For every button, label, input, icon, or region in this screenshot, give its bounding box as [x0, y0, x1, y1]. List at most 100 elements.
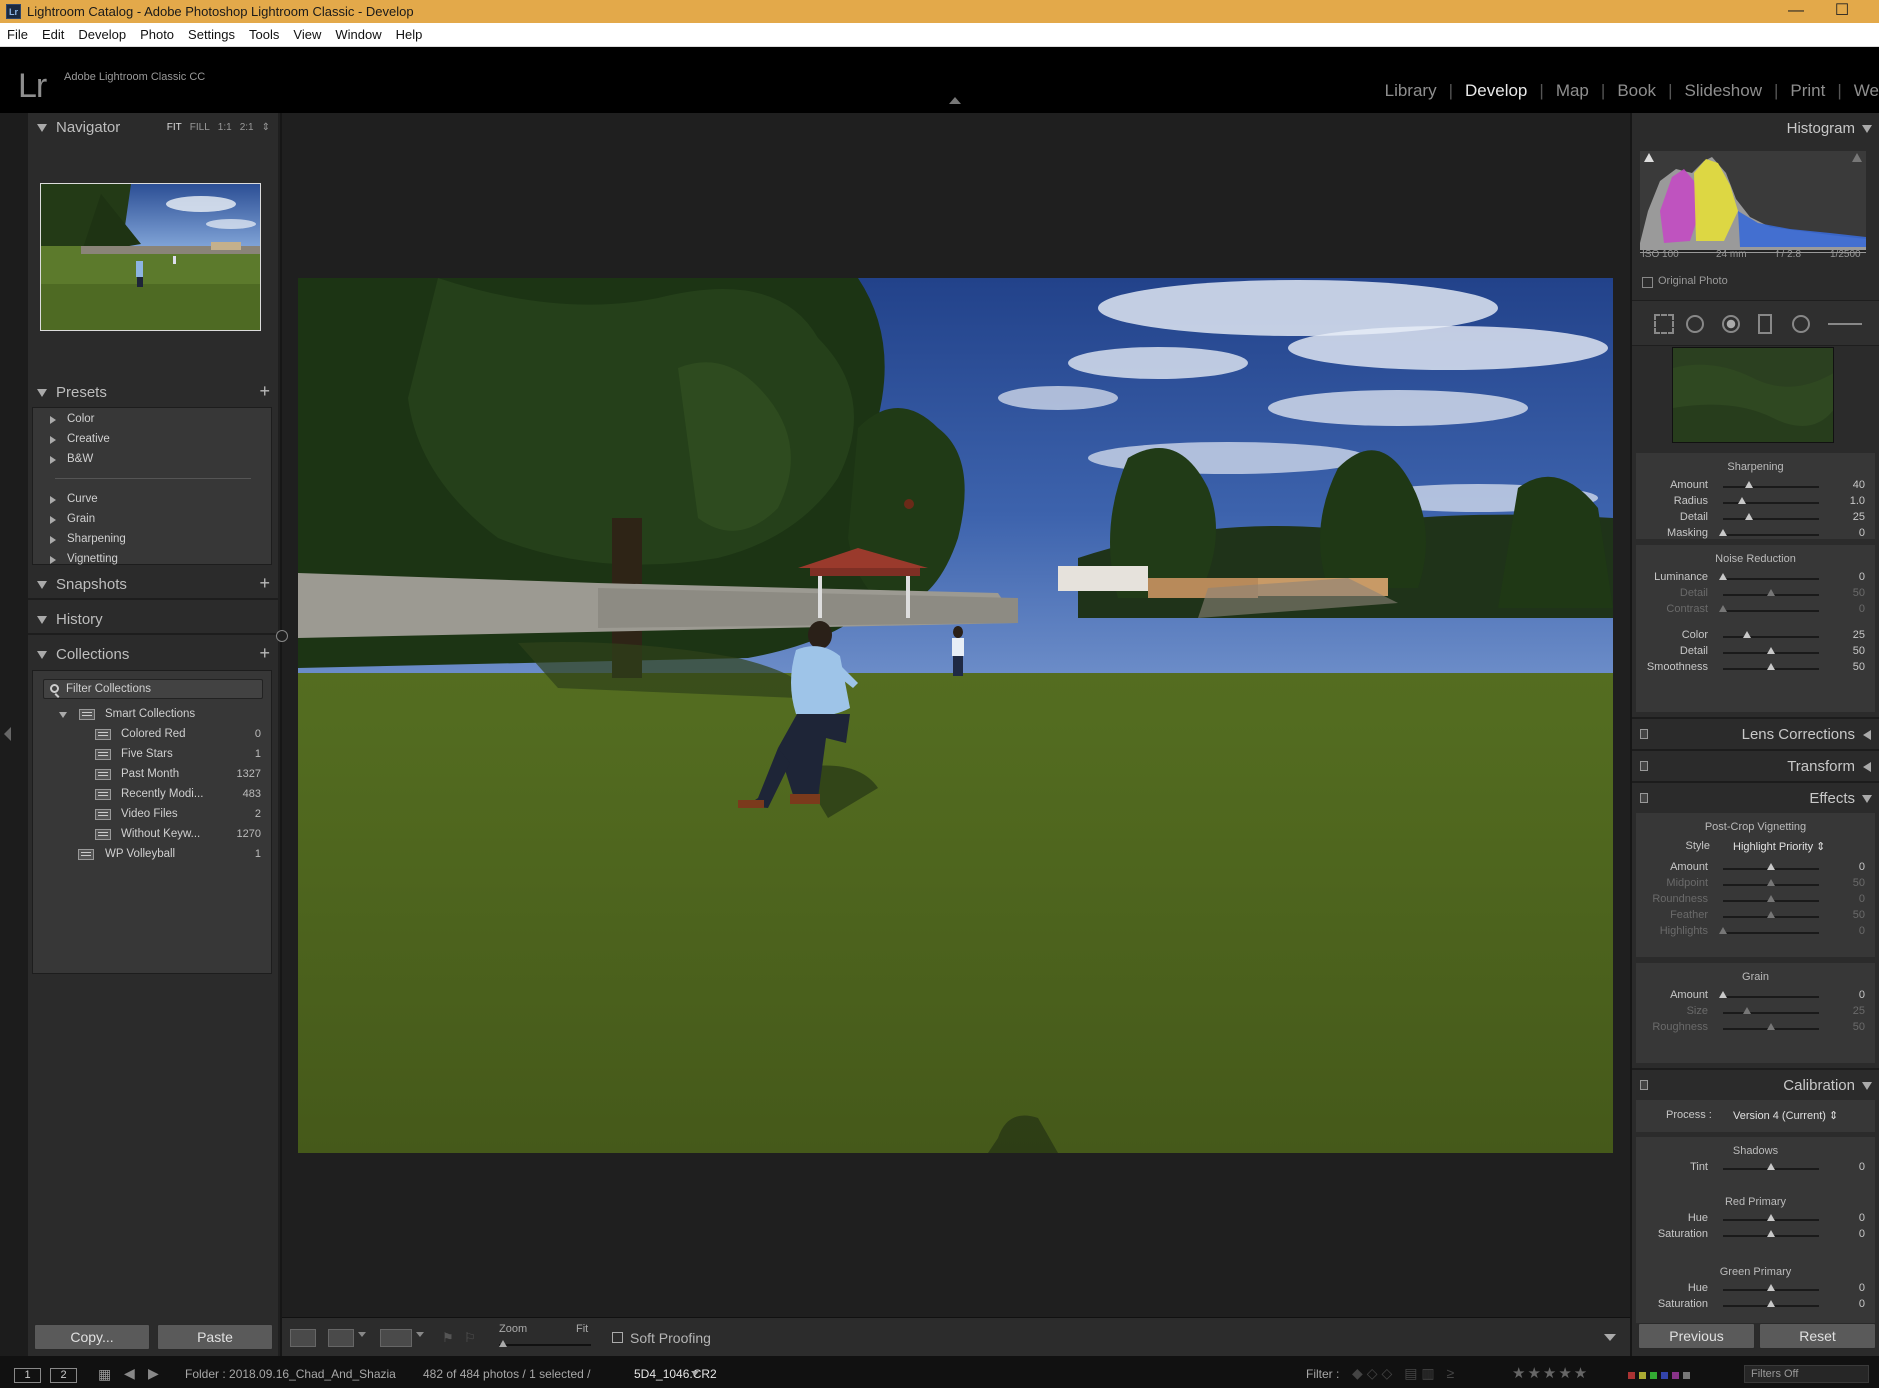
- slider-thumb[interactable]: [1767, 589, 1775, 596]
- menu-file[interactable]: File: [0, 23, 35, 47]
- slider-track[interactable]: [1723, 932, 1819, 934]
- maximize-button[interactable]: ☐: [1819, 1, 1865, 22]
- panel-switch-icon[interactable]: [1640, 1080, 1648, 1090]
- zoom-slider-thumb[interactable]: [499, 1340, 507, 1347]
- slider-track[interactable]: [1723, 636, 1819, 638]
- minimize-button[interactable]: —: [1773, 1, 1819, 22]
- main-window-button[interactable]: 1: [14, 1368, 41, 1383]
- slider-thumb[interactable]: [1744, 481, 1753, 488]
- menu-tools[interactable]: Tools: [242, 23, 286, 47]
- navigator-thumbnail[interactable]: [40, 183, 261, 331]
- slider-thumb[interactable]: [1767, 1284, 1775, 1291]
- slider-value[interactable]: 0: [1859, 1298, 1865, 1310]
- rating-filter-stars[interactable]: ★★★★★: [1512, 1364, 1589, 1382]
- slider-value[interactable]: 25: [1853, 511, 1865, 523]
- slider-thumb[interactable]: [1767, 1230, 1775, 1237]
- module-print[interactable]: Print: [1778, 81, 1837, 100]
- slider-saturation[interactable]: Saturation 0: [1636, 1296, 1875, 1315]
- crop-tool-icon[interactable]: [1654, 314, 1674, 334]
- loupe-view-icon[interactable]: [290, 1329, 316, 1347]
- snapshots-header[interactable]: Snapshots +: [28, 570, 278, 600]
- presets-header[interactable]: Presets +: [28, 378, 278, 408]
- histogram-header[interactable]: Histogram: [1632, 113, 1879, 143]
- main-photo[interactable]: [298, 278, 1613, 1153]
- menu-settings[interactable]: Settings: [181, 23, 242, 47]
- transform-header[interactable]: Transform: [1632, 749, 1879, 779]
- add-preset-icon[interactable]: +: [259, 381, 270, 402]
- slider-thumb[interactable]: [1767, 895, 1775, 902]
- second-window-button[interactable]: 2: [50, 1368, 77, 1383]
- chevron-down-icon[interactable]: [691, 1371, 699, 1376]
- slider-value[interactable]: 0: [1859, 1212, 1865, 1224]
- module-library[interactable]: Library: [1373, 81, 1449, 100]
- collection-item[interactable]: Video Files 2: [33, 805, 271, 825]
- reject-flag-icon[interactable]: ⚐: [464, 1330, 478, 1345]
- slider-value[interactable]: 0: [1859, 989, 1865, 1001]
- history-header[interactable]: History: [28, 605, 278, 635]
- adjustment-brush-icon[interactable]: [1828, 323, 1862, 325]
- slider-thumb[interactable]: [1767, 1214, 1775, 1221]
- slider-track[interactable]: [1723, 534, 1819, 536]
- zoom-fit-option[interactable]: FIT: [167, 122, 182, 133]
- slider-value[interactable]: 40: [1853, 479, 1865, 491]
- preset-group-creative[interactable]: Creative: [33, 430, 271, 450]
- slider-value[interactable]: 0: [1859, 1161, 1865, 1173]
- slider-highlights[interactable]: Highlights 0: [1636, 923, 1875, 942]
- zoom-1-1-option[interactable]: 1:1: [218, 122, 232, 133]
- module-map[interactable]: Map: [1544, 81, 1601, 100]
- slider-thumb[interactable]: [1767, 879, 1775, 886]
- panel-switch-icon[interactable]: [1640, 729, 1648, 739]
- slider-thumb[interactable]: [1767, 911, 1775, 918]
- slider-tint[interactable]: Tint 0: [1636, 1159, 1875, 1178]
- slider-track[interactable]: [1723, 486, 1819, 488]
- slider-roughness[interactable]: Roughness 50: [1636, 1019, 1875, 1038]
- red-eye-icon[interactable]: [1722, 315, 1740, 333]
- filter-collections-input[interactable]: Filter Collections: [43, 679, 263, 699]
- slider-thumb[interactable]: [1743, 1007, 1751, 1014]
- menu-develop[interactable]: Develop: [71, 23, 133, 47]
- shadow-clipping-icon[interactable]: [1644, 153, 1654, 162]
- slider-value[interactable]: 50: [1853, 877, 1865, 889]
- slider-value[interactable]: 0: [1859, 603, 1865, 615]
- slider-smoothness[interactable]: Smoothness 50: [1636, 659, 1875, 678]
- collections-header[interactable]: Collections +: [28, 640, 278, 670]
- chevron-down-icon[interactable]: [358, 1332, 366, 1337]
- preset-group-curve[interactable]: Curve: [33, 490, 271, 510]
- slider-thumb[interactable]: [1719, 605, 1727, 612]
- slider-thumb[interactable]: [1719, 529, 1727, 536]
- slider-thumb[interactable]: [1767, 663, 1775, 670]
- collection-item[interactable]: Past Month 1327: [33, 765, 271, 785]
- original-photo-checkbox[interactable]: [1642, 277, 1653, 288]
- detail-preview[interactable]: [1672, 347, 1834, 443]
- zoom-fill-option[interactable]: FILL: [190, 122, 210, 133]
- slider-contrast[interactable]: Contrast 0: [1636, 601, 1875, 620]
- slider-thumb[interactable]: [1738, 497, 1747, 504]
- module-slideshow[interactable]: Slideshow: [1672, 81, 1774, 100]
- preset-group-bw[interactable]: B&W: [33, 450, 271, 470]
- slider-thumb[interactable]: [1767, 863, 1775, 870]
- vignette-style-select[interactable]: Highlight Priority ⇕: [1733, 840, 1825, 853]
- zoom-slider[interactable]: [499, 1340, 591, 1347]
- radial-filter-icon[interactable]: [1792, 315, 1810, 333]
- spot-removal-icon[interactable]: [1686, 315, 1704, 333]
- calibration-header[interactable]: Calibration: [1632, 1068, 1879, 1098]
- slider-value[interactable]: 50: [1853, 1021, 1865, 1033]
- selected-filename[interactable]: 5D4_1046.CR2: [634, 1367, 717, 1381]
- preset-group-vignetting[interactable]: Vignetting: [33, 550, 271, 570]
- menu-edit[interactable]: Edit: [35, 23, 71, 47]
- slider-value[interactable]: 25: [1853, 1005, 1865, 1017]
- slider-value[interactable]: 1.0: [1850, 495, 1865, 507]
- previous-button[interactable]: Previous: [1638, 1323, 1755, 1349]
- soft-proofing-checkbox[interactable]: [612, 1332, 623, 1343]
- module-develop[interactable]: Develop: [1453, 81, 1539, 100]
- zoom-2-1-option[interactable]: 2:1: [240, 122, 254, 133]
- slider-thumb[interactable]: [1719, 991, 1727, 998]
- module-book[interactable]: Book: [1605, 81, 1668, 100]
- slider-value[interactable]: 0: [1859, 1228, 1865, 1240]
- slider-value[interactable]: 50: [1853, 645, 1865, 657]
- collection-item[interactable]: Without Keyw... 1270: [33, 825, 271, 845]
- slider-thumb[interactable]: [1767, 1163, 1775, 1170]
- slider-value[interactable]: 25: [1853, 629, 1865, 641]
- collection-item[interactable]: WP Volleyball 1: [33, 845, 271, 865]
- toolbar-menu-icon[interactable]: [1604, 1334, 1616, 1341]
